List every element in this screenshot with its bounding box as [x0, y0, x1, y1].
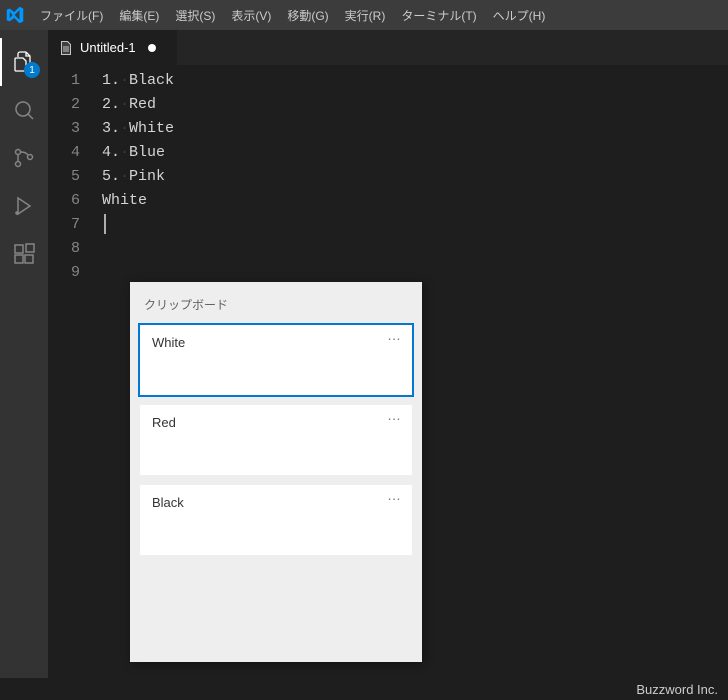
tab-untitled-1[interactable]: Untitled-1 — [48, 30, 178, 65]
code-line[interactable]: White — [102, 189, 728, 213]
line-number: 7 — [48, 213, 80, 237]
code-line[interactable]: 4.·Blue — [102, 141, 728, 165]
attribution-text: Buzzword Inc. — [636, 682, 718, 697]
line-number: 3 — [48, 117, 80, 141]
code-line[interactable] — [102, 213, 728, 237]
file-icon — [58, 40, 74, 56]
more-icon[interactable]: … — [387, 331, 402, 339]
clipboard-item-text: White — [152, 335, 185, 350]
menu-bar: ファイル(F) 編集(E) 選択(S) 表示(V) 移動(G) 実行(R) ター… — [32, 2, 553, 29]
status-bar: Buzzword Inc. — [0, 678, 728, 700]
more-icon[interactable]: … — [387, 411, 402, 419]
menu-help[interactable]: ヘルプ(H) — [485, 2, 554, 29]
line-number: 5 — [48, 165, 80, 189]
clipboard-panel: クリップボード White … Red … Black … — [130, 282, 422, 662]
code-line[interactable]: 3.·White — [102, 117, 728, 141]
line-number-gutter: 1 2 3 4 5 6 7 8 9 — [48, 69, 102, 678]
clipboard-item-text: Red — [152, 415, 176, 430]
activity-source-control[interactable] — [0, 134, 48, 182]
clipboard-list: White … Red … Black … — [136, 325, 416, 555]
menu-run[interactable]: 実行(R) — [337, 2, 394, 29]
activity-search[interactable] — [0, 86, 48, 134]
code-line[interactable]: 1.·Black — [102, 69, 728, 93]
title-bar: ファイル(F) 編集(E) 選択(S) 表示(V) 移動(G) 実行(R) ター… — [0, 0, 728, 30]
menu-go[interactable]: 移動(G) — [279, 2, 336, 29]
activity-run-debug[interactable] — [0, 182, 48, 230]
line-number: 6 — [48, 189, 80, 213]
tab-bar: Untitled-1 — [48, 30, 728, 65]
clipboard-item[interactable]: White … — [140, 325, 412, 395]
more-icon[interactable]: … — [387, 491, 402, 499]
clipboard-item[interactable]: Red … — [140, 405, 412, 475]
clipboard-item-text: Black — [152, 495, 184, 510]
line-number: 2 — [48, 93, 80, 117]
clipboard-title: クリップボード — [136, 288, 416, 325]
clipboard-item[interactable]: Black … — [140, 485, 412, 555]
tab-dirty-indicator — [148, 44, 156, 52]
code-line[interactable]: 5.·Pink — [102, 165, 728, 189]
activity-extensions[interactable] — [0, 230, 48, 278]
menu-terminal[interactable]: ターミナル(T) — [393, 2, 484, 29]
tab-title: Untitled-1 — [80, 40, 136, 55]
activity-explorer[interactable]: 1 — [0, 38, 48, 86]
menu-select[interactable]: 選択(S) — [167, 2, 223, 29]
line-number: 8 — [48, 237, 80, 261]
line-number: 1 — [48, 69, 80, 93]
code-line[interactable]: 2.·Red — [102, 93, 728, 117]
text-cursor — [104, 214, 106, 234]
line-number: 4 — [48, 141, 80, 165]
activity-bar: 1 — [0, 30, 48, 678]
menu-file[interactable]: ファイル(F) — [32, 2, 111, 29]
menu-view[interactable]: 表示(V) — [223, 2, 279, 29]
vscode-logo-icon — [6, 6, 24, 24]
explorer-badge: 1 — [24, 62, 40, 78]
menu-edit[interactable]: 編集(E) — [111, 2, 167, 29]
line-number: 9 — [48, 261, 80, 285]
